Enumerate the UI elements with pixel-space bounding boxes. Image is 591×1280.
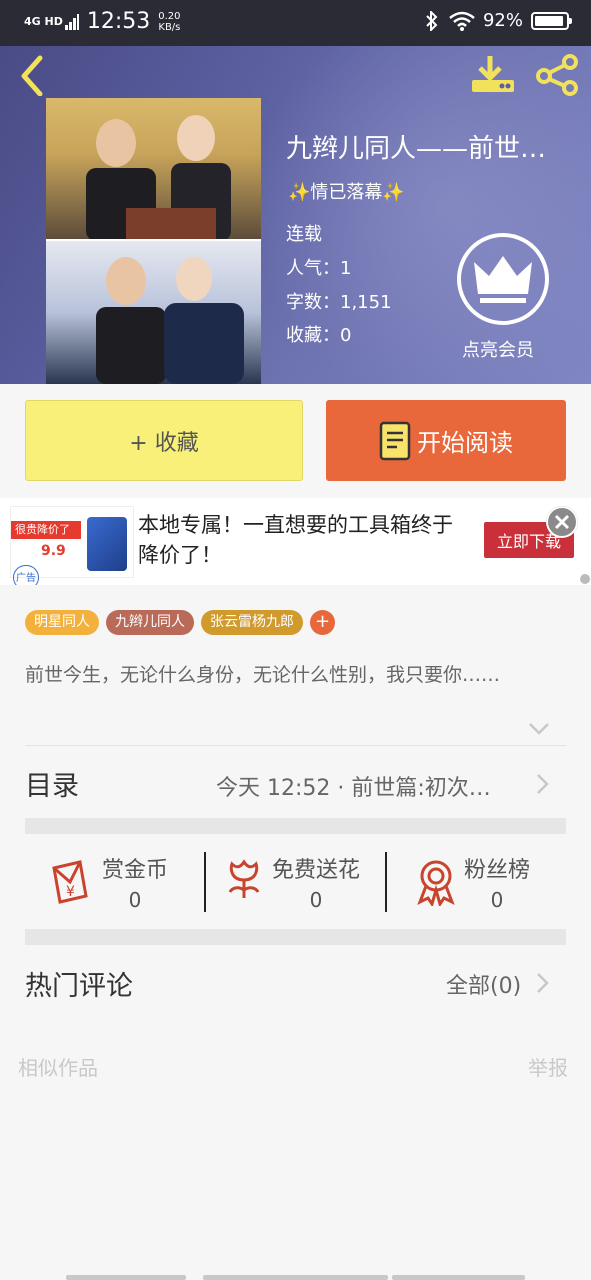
book-title: 九辫儿同人——前世… <box>286 134 547 164</box>
chevron-right-icon[interactable] <box>536 972 550 994</box>
start-reading-button[interactable]: 开始阅读 <box>326 400 566 481</box>
stat-label: 赏金币 <box>102 858 169 883</box>
similar-works-label[interactable]: 相似作品 <box>18 1052 98 1081</box>
stat-separator <box>204 852 206 912</box>
vip-label[interactable]: 点亮会员 <box>462 336 534 362</box>
crown-icon[interactable] <box>456 232 550 326</box>
book-tagline: ✨情已落幕✨ <box>288 178 405 204</box>
battery-percent: 92% <box>482 10 523 31</box>
status-time: 12:53 <box>86 9 151 34</box>
download-icon[interactable] <box>468 52 518 96</box>
network-speed: 0.20 KB/s <box>158 11 180 33</box>
stat-separator <box>385 852 387 912</box>
stat-value: 0 <box>490 888 504 912</box>
speed-unit: KB/s <box>158 21 181 33</box>
favorite-button[interactable]: + 收藏 <box>25 400 303 481</box>
battery-icon <box>531 11 572 30</box>
ad-image: 很贵降价了 9.9 广告 <box>10 506 134 590</box>
book-description: 前世今生，无论什么身份，无论什么性别，我只要你…… <box>25 664 501 686</box>
drill-image <box>87 517 127 571</box>
favorite-label: + 收藏 <box>129 430 199 456</box>
stat-label: 免费送花 <box>272 858 361 883</box>
ad-image-title: 很贵降价了 <box>11 521 81 539</box>
ad-image-price: 9.9 <box>41 543 66 559</box>
tag-chip[interactable]: 九辫儿同人 <box>106 610 194 635</box>
red-envelope-icon: ¥ <box>52 860 88 904</box>
ad-info-icon[interactable] <box>580 574 590 584</box>
book-status: 连载 <box>286 224 322 245</box>
report-link[interactable]: 举报 <box>528 1052 568 1081</box>
nav-bar-hint <box>203 1275 388 1280</box>
stat-fan-ranking[interactable]: 粉丝榜 0 <box>416 852 530 912</box>
sparkle-icon: ✨ <box>288 182 311 203</box>
chevron-down-icon[interactable] <box>528 722 550 736</box>
toc-label[interactable]: 目录 <box>25 764 79 803</box>
share-icon[interactable] <box>534 52 582 96</box>
cover-photo-bottom <box>46 241 261 384</box>
nav-bar-hint <box>392 1275 525 1280</box>
speed-value: 0.20 <box>158 10 181 22</box>
all-comments-link[interactable]: 全部(0) <box>446 968 521 1000</box>
section-separator <box>25 929 566 945</box>
stat-label: 粉丝榜 <box>464 858 531 883</box>
stat-free-flowers[interactable]: 免费送花 0 <box>224 852 360 912</box>
start-reading-label: 开始阅读 <box>417 429 513 457</box>
flower-icon <box>228 859 260 898</box>
back-icon[interactable] <box>14 52 54 96</box>
chevron-right-icon[interactable] <box>536 773 550 795</box>
book-header: 九辫儿同人——前世… ✨情已落幕✨ 连载 人气：1 字数：1,151 收藏：0 … <box>0 46 591 384</box>
tag-chip[interactable]: 张云雷杨九郎 <box>201 610 303 635</box>
toc-latest-chapter[interactable]: 今天 12:52 · 前世篇:初次… <box>216 770 524 802</box>
stat-value: 0 <box>309 888 323 912</box>
network-indicator: 4G HD <box>24 15 63 28</box>
nav-bar-hint <box>66 1275 186 1280</box>
tag-chip[interactable]: 明星同人 <box>25 610 99 635</box>
medal-icon <box>417 860 455 906</box>
book-word-count: 字数：1,151 <box>286 292 392 313</box>
section-separator <box>25 818 566 834</box>
ad-close-icon[interactable] <box>546 506 578 538</box>
status-bar: 4G HD 12:53 0.20 KB/s 92% <box>0 0 591 46</box>
tagline-text: 情已落幕 <box>310 182 383 203</box>
svg-text:¥: ¥ <box>66 884 75 900</box>
book-popularity: 人气：1 <box>286 258 352 279</box>
battery-fill <box>535 15 563 26</box>
cover-photo-top <box>46 98 261 241</box>
tag-list: 明星同人 九辫儿同人 张云雷杨九郎 + <box>25 610 335 635</box>
book-icon <box>379 421 411 460</box>
add-tag-button[interactable]: + <box>310 610 335 635</box>
ad-headline: 本地专属！一直想要的工具箱终于降价了！ <box>138 513 453 567</box>
wifi-icon <box>449 11 475 31</box>
book-cover[interactable] <box>46 98 261 384</box>
book-favorites: 收藏：0 <box>286 325 352 346</box>
signal-icon <box>64 13 79 30</box>
hot-comments-label: 热门评论 <box>25 971 133 1002</box>
ad-banner[interactable]: 很贵降价了 9.9 广告 本地专属！一直想要的工具箱终于降价了！ 立即下载 <box>0 498 591 590</box>
stat-value: 0 <box>128 888 142 912</box>
sparkle-icon: ✨ <box>382 182 405 203</box>
bluetooth-icon <box>426 10 438 31</box>
stat-tip-coins[interactable]: ¥ 赏金币 0 <box>50 852 168 912</box>
divider <box>25 745 566 746</box>
